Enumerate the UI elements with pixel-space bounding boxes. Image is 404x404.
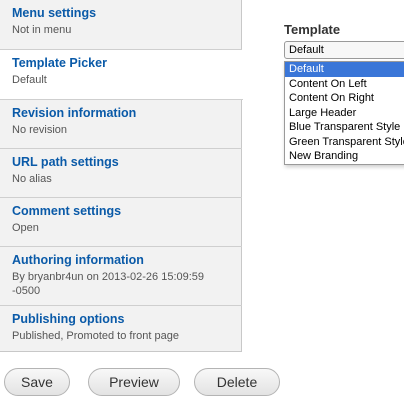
tab-title: Revision information bbox=[12, 106, 137, 120]
tab-title: Authoring information bbox=[12, 253, 144, 267]
template-option-content-on-right[interactable]: Content On Right bbox=[285, 91, 404, 106]
preview-button[interactable]: Preview bbox=[88, 368, 180, 396]
template-dropdown-list: Default Content On Left Content On Right… bbox=[284, 61, 404, 165]
tab-summary-line2: -0500 bbox=[12, 285, 41, 297]
tab-summary: Default bbox=[12, 74, 47, 86]
tab-summary: No revision bbox=[12, 124, 68, 136]
tab-summary: Open bbox=[12, 222, 39, 234]
tab-summary-line1: By bryanbr4un on 2013-02-26 15:09:59 bbox=[12, 271, 205, 283]
tab-title: Comment settings bbox=[12, 204, 122, 218]
vertical-tabs: Menu settings Not in menu Template Picke… bbox=[0, 0, 243, 352]
delete-button[interactable]: Delete bbox=[194, 368, 280, 396]
template-option-large-header[interactable]: Large Header bbox=[285, 106, 404, 121]
tab-revision-information[interactable]: Revision information No revision bbox=[0, 100, 242, 149]
tab-template-picker[interactable]: Template Picker Default bbox=[0, 50, 243, 100]
template-option-green-transparent[interactable]: Green Transparent Style bbox=[285, 135, 404, 150]
tab-menu-settings[interactable]: Menu settings Not in menu bbox=[0, 0, 242, 50]
tab-title: Publishing options bbox=[12, 312, 125, 326]
template-option-content-on-left[interactable]: Content On Left bbox=[285, 77, 404, 92]
tab-summary: Not in menu bbox=[12, 24, 72, 36]
tab-summary: Published, Promoted to front page bbox=[12, 330, 179, 342]
tab-title: Template Picker bbox=[12, 56, 107, 70]
tab-authoring-information[interactable]: Authoring information By bryanbr4un on 2… bbox=[0, 247, 242, 306]
tab-title: Menu settings bbox=[12, 6, 97, 20]
tab-publishing-options[interactable]: Publishing options Published, Promoted t… bbox=[0, 306, 242, 352]
tab-summary: No alias bbox=[12, 173, 52, 185]
template-option-new-branding[interactable]: New Branding bbox=[285, 149, 404, 164]
template-option-blue-transparent[interactable]: Blue Transparent Style bbox=[285, 120, 404, 135]
template-label: Template bbox=[284, 22, 341, 37]
save-button[interactable]: Save bbox=[4, 368, 70, 396]
template-select[interactable]: Default bbox=[284, 41, 404, 59]
tab-url-path-settings[interactable]: URL path settings No alias bbox=[0, 149, 242, 198]
template-option-default[interactable]: Default bbox=[285, 62, 404, 77]
tab-comment-settings[interactable]: Comment settings Open bbox=[0, 198, 242, 247]
tab-title: URL path settings bbox=[12, 155, 119, 169]
